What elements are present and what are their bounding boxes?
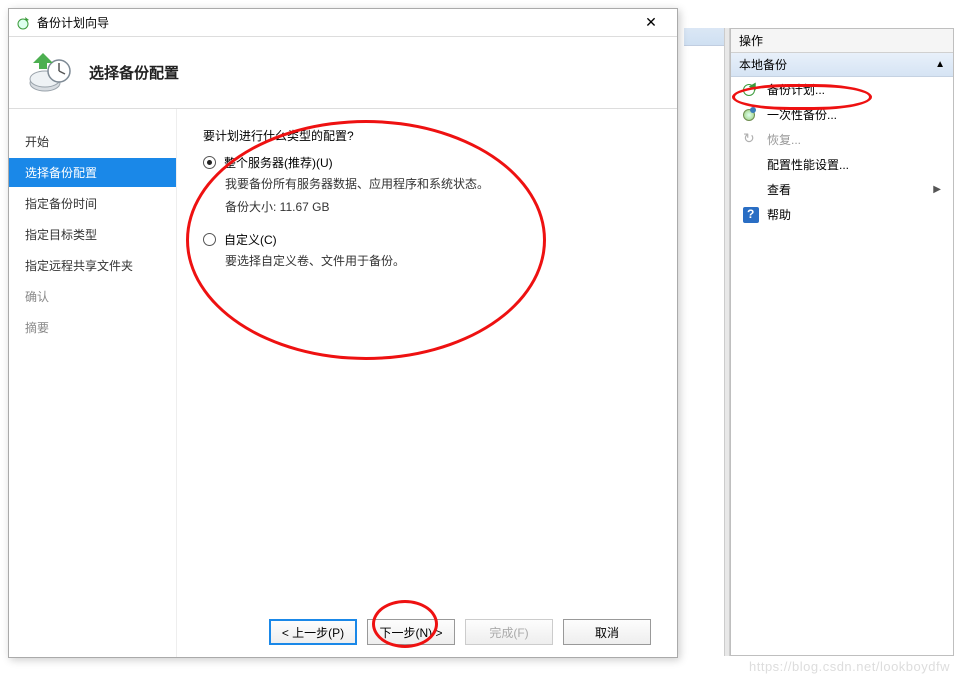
action-label: 恢复...	[767, 131, 801, 148]
action-view[interactable]: 查看 ▶	[731, 177, 953, 202]
dialog-titlebar: 备份计划向导 ✕	[9, 9, 677, 37]
radio-full-server-desc: 我要备份所有服务器数据、应用程序和系统状态。	[225, 175, 651, 192]
actions-panel: 操作 本地备份 ▲ 备份计划... 一次性备份... 恢复... 配置性能设置.…	[730, 28, 954, 656]
next-button[interactable]: 下一步(N) >	[367, 619, 455, 645]
background-toolbar-fragment	[684, 28, 724, 46]
action-help[interactable]: 帮助	[731, 202, 953, 227]
action-label: 备份计划...	[767, 81, 825, 98]
wizard-step-remote-share[interactable]: 指定远程共享文件夹	[9, 251, 176, 280]
dialog-heading: 选择备份配置	[89, 62, 179, 83]
radio-full-server-label: 整个服务器(推荐)(U)	[224, 154, 333, 171]
actions-panel-subheader[interactable]: 本地备份 ▲	[731, 53, 953, 77]
action-label: 配置性能设置...	[767, 156, 849, 173]
blank-icon	[743, 157, 759, 173]
radio-full-server[interactable]	[203, 156, 216, 169]
radio-custom-label: 自定义(C)	[224, 231, 277, 248]
prev-button[interactable]: < 上一步(P)	[269, 619, 357, 645]
action-backup-once[interactable]: 一次性备份...	[731, 102, 953, 127]
radio-custom-desc: 要选择自定义卷、文件用于备份。	[225, 252, 651, 269]
action-label: 一次性备份...	[767, 106, 837, 123]
wizard-title-icon	[15, 15, 31, 31]
radio-full-server-size: 备份大小: 11.67 GB	[225, 198, 651, 215]
actions-subheader-label: 本地备份	[739, 56, 787, 73]
collapse-icon: ▲	[935, 59, 945, 70]
backup-wizard-dialog: 备份计划向导 ✕ 选择备份配置 开始 选择备份配置 指定备份时间 指定目标类型 …	[8, 8, 678, 658]
wizard-step-confirm: 确认	[9, 282, 176, 311]
wizard-step-summary: 摘要	[9, 313, 176, 342]
wizard-button-row: < 上一步(P) 下一步(N) > 完成(F) 取消	[203, 605, 651, 645]
blank-icon	[743, 182, 759, 198]
config-question: 要计划进行什么类型的配置?	[203, 127, 651, 144]
action-label: 帮助	[767, 206, 791, 223]
action-backup-schedule[interactable]: 备份计划...	[731, 77, 953, 102]
action-perf-settings[interactable]: 配置性能设置...	[731, 152, 953, 177]
wizard-step-target-type[interactable]: 指定目标类型	[9, 220, 176, 249]
dialog-title: 备份计划向导	[37, 14, 631, 31]
dialog-header-band: 选择备份配置	[9, 37, 677, 109]
wizard-step-select-config[interactable]: 选择备份配置	[9, 158, 176, 187]
wizard-content: 要计划进行什么类型的配置? 整个服务器(推荐)(U) 我要备份所有服务器数据、应…	[177, 109, 677, 657]
watermark-text: https://blog.csdn.net/lookboydfw	[749, 659, 950, 674]
wizard-step-schedule-time[interactable]: 指定备份时间	[9, 189, 176, 218]
submenu-arrow-icon: ▶	[933, 184, 941, 195]
schedule-icon	[743, 82, 759, 98]
wizard-step-start[interactable]: 开始	[9, 127, 176, 156]
close-button[interactable]: ✕	[631, 11, 671, 35]
recover-icon	[743, 132, 759, 148]
actions-panel-header: 操作	[731, 29, 953, 53]
dialog-body: 开始 选择备份配置 指定备份时间 指定目标类型 指定远程共享文件夹 确认 摘要 …	[9, 109, 677, 657]
action-recover: 恢复...	[731, 127, 953, 152]
wizard-heading-icon	[27, 49, 75, 97]
help-icon	[743, 207, 759, 223]
option-full-server[interactable]: 整个服务器(推荐)(U) 我要备份所有服务器数据、应用程序和系统状态。 备份大小…	[203, 154, 651, 215]
option-custom[interactable]: 自定义(C) 要选择自定义卷、文件用于备份。	[203, 231, 651, 269]
radio-custom[interactable]	[203, 233, 216, 246]
cancel-button[interactable]: 取消	[563, 619, 651, 645]
backup-once-icon	[743, 107, 759, 123]
finish-button: 完成(F)	[465, 619, 553, 645]
wizard-step-sidebar: 开始 选择备份配置 指定备份时间 指定目标类型 指定远程共享文件夹 确认 摘要	[9, 109, 177, 657]
action-label: 查看	[767, 181, 791, 198]
